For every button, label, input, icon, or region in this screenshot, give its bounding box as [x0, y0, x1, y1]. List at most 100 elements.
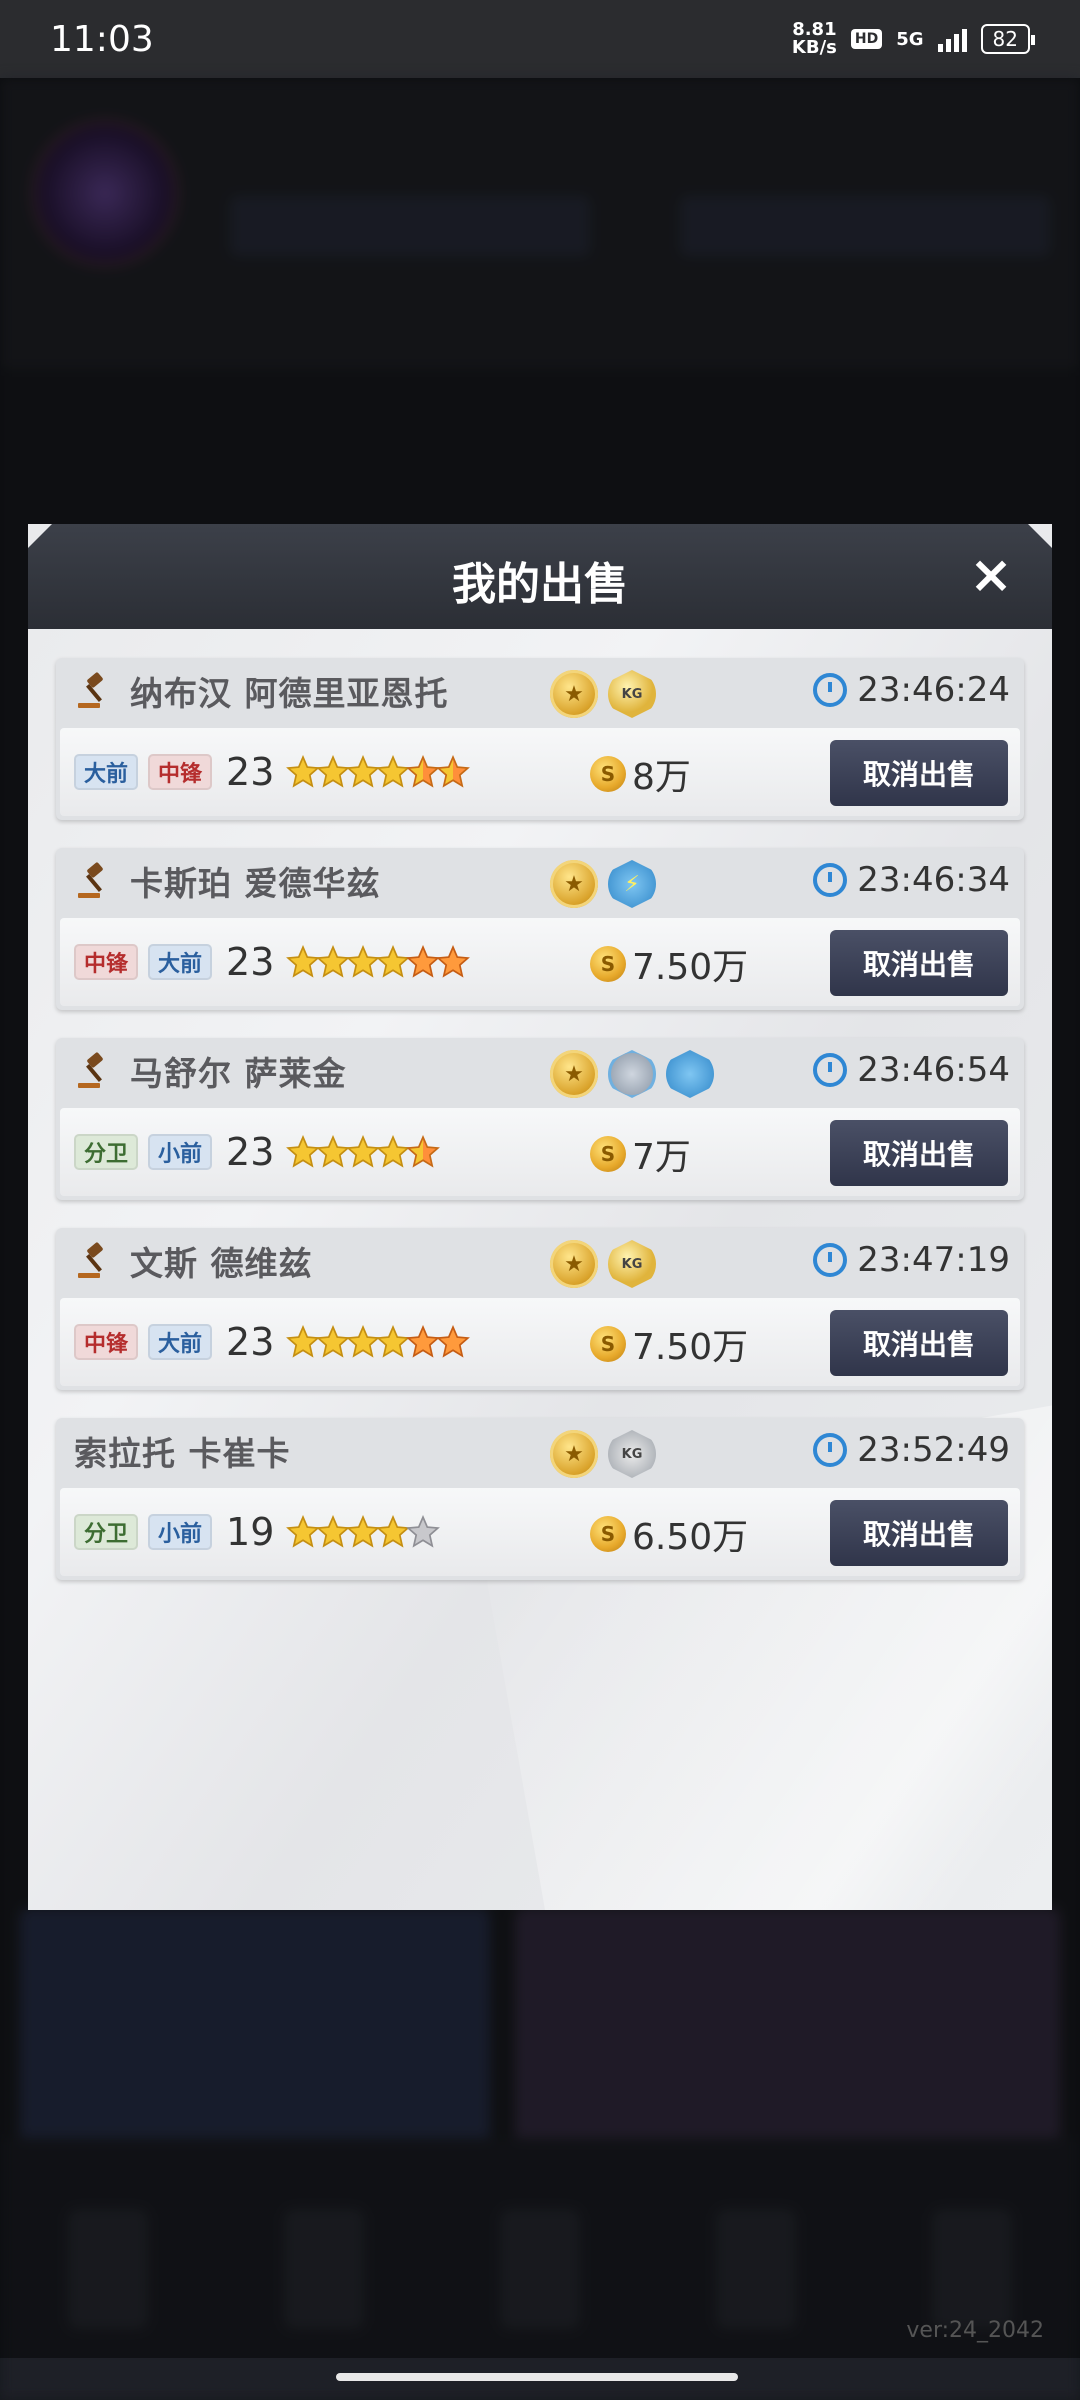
- star-rating: [286, 754, 471, 789]
- listing-details: 大前 中锋 23 S 8万 取消出售: [60, 728, 1020, 816]
- countdown-timer: 23:46:54: [813, 1050, 1010, 1090]
- network-type: 5G: [896, 28, 924, 50]
- star-icon: [436, 754, 471, 789]
- coin-icon: S: [590, 1326, 626, 1362]
- cancel-sale-button[interactable]: 取消出售: [830, 1120, 1008, 1186]
- kg-badge-icon[interactable]: KG: [608, 670, 656, 718]
- version-label: ver:24_2042: [906, 2318, 1044, 2343]
- player-level: 23: [226, 750, 275, 794]
- position-tag: 分卫: [74, 1134, 139, 1170]
- kg-badge-icon[interactable]: KG: [608, 1240, 656, 1288]
- listing-details: 分卫 小前 23 S 7万 取消出售: [60, 1108, 1020, 1196]
- star-icon: [286, 1134, 321, 1169]
- player-level: 23: [226, 940, 275, 984]
- position-tag: 中锋: [148, 754, 213, 790]
- star-icon: [286, 1324, 321, 1359]
- price-value: 7.50万: [632, 1327, 749, 1368]
- coin-icon: S: [590, 756, 626, 792]
- sale-listing: 纳布汉 阿德里亚恩托 ★ KG 23:46:24 大前 中锋 23 S 8万 取消出售: [56, 658, 1024, 820]
- star-icon: [406, 1324, 441, 1359]
- silver-kg-badge-icon[interactable]: KG: [608, 1430, 656, 1478]
- stopwatch-icon: [813, 673, 848, 707]
- gavel-icon: [74, 671, 114, 711]
- star-icon: [316, 1514, 351, 1549]
- player-name: 纳布汉 阿德里亚恩托: [130, 674, 449, 713]
- star-icon: [436, 944, 471, 979]
- countdown-text: 23:46:34: [857, 860, 1010, 900]
- player-level: 23: [226, 1130, 275, 1174]
- position-tag: 大前: [74, 754, 139, 790]
- cancel-sale-button[interactable]: 取消出售: [830, 930, 1008, 996]
- countdown-text: 23:47:19: [857, 1240, 1010, 1280]
- gold-medal-badge-icon[interactable]: ★: [550, 860, 598, 908]
- stopwatch-icon: [813, 1243, 848, 1277]
- stopwatch-icon: [813, 1053, 848, 1087]
- star-icon: [286, 754, 321, 789]
- countdown-text: 23:46:24: [857, 670, 1010, 710]
- net-speed: 8.81 KB/s: [792, 21, 837, 57]
- countdown-text: 23:52:49: [857, 1430, 1010, 1470]
- gold-medal-badge-icon[interactable]: ★: [550, 1240, 598, 1288]
- star-icon: [286, 944, 321, 979]
- player-badges: ★ ⚡: [550, 860, 656, 908]
- gold-medal-badge-icon[interactable]: ★: [550, 1430, 598, 1478]
- position-tag: 小前: [148, 1514, 213, 1550]
- player-badges: ★ KG: [550, 670, 656, 718]
- price-value: 7万: [632, 1137, 691, 1178]
- countdown-timer: 23:46:34: [813, 860, 1010, 900]
- price-value: 8万: [632, 757, 691, 798]
- gavel-icon: [74, 861, 114, 901]
- sale-listing: 马舒尔 萨莱金 ★ 23:46:54 分卫 小前 23 S 7万 取消出售: [56, 1038, 1024, 1200]
- player-badges: ★: [550, 1050, 714, 1098]
- sale-listing: 索拉托 卡崔卡 ★ KG 23:52:49 分卫 小前 19 S 6.50万 取消出售: [56, 1418, 1024, 1580]
- player-name: 卡斯珀 爱德华兹: [130, 864, 381, 903]
- player-level: 19: [226, 1510, 275, 1554]
- stopwatch-icon: [813, 1433, 848, 1467]
- sale-price: S 6.50万: [590, 1508, 748, 1560]
- player-badges: ★ KG: [550, 1430, 656, 1478]
- cancel-sale-button[interactable]: 取消出售: [830, 1310, 1008, 1376]
- sale-price: S 7.50万: [590, 938, 748, 990]
- coin-icon: S: [590, 946, 626, 982]
- star-icon: [376, 1324, 411, 1359]
- star-icon: [376, 1514, 411, 1549]
- home-indicator[interactable]: [336, 2373, 738, 2381]
- countdown-timer: 23:52:49: [813, 1430, 1010, 1470]
- coin-icon: S: [590, 1136, 626, 1172]
- player-name: 索拉托 卡崔卡: [74, 1434, 291, 1473]
- gray-shield-badge-icon[interactable]: [608, 1050, 656, 1098]
- gold-medal-badge-icon[interactable]: ★: [550, 1050, 598, 1098]
- sale-listing: 文斯 德维兹 ★ KG 23:47:19 中锋 大前 23 S 7.50万 取消出售: [56, 1228, 1024, 1390]
- player-name: 文斯 德维兹: [130, 1244, 313, 1283]
- star-rating: [286, 944, 471, 979]
- listing-details: 中锋 大前 23 S 7.50万 取消出售: [60, 1298, 1020, 1386]
- gavel-icon: [74, 1241, 114, 1281]
- lightning-badge-icon[interactable]: ⚡: [608, 860, 656, 908]
- star-icon: [406, 1514, 441, 1549]
- star-icon: [346, 1514, 381, 1549]
- star-icon: [376, 1134, 411, 1169]
- cancel-sale-button[interactable]: 取消出售: [830, 1500, 1008, 1566]
- star-icon: [406, 1134, 441, 1169]
- countdown-timer: 23:46:24: [813, 670, 1010, 710]
- star-icon: [406, 944, 441, 979]
- star-icon: [346, 1134, 381, 1169]
- net-speed-unit: KB/s: [791, 37, 837, 58]
- price-value: 7.50万: [632, 947, 749, 988]
- gavel-icon: [74, 1051, 114, 1091]
- close-button[interactable]: ×: [966, 549, 1016, 601]
- cancel-sale-button[interactable]: 取消出售: [830, 740, 1008, 806]
- position-tag: 大前: [148, 944, 213, 980]
- countdown-text: 23:46:54: [857, 1050, 1010, 1090]
- hd-icon: HD: [850, 29, 883, 49]
- my-sales-dialog: 我的出售 × 纳布汉 阿德里亚恩托 ★ KG 23:46:24 大前 中锋 23 S 8万 取消出…: [28, 524, 1052, 1910]
- status-time: 11:03: [50, 18, 154, 60]
- dialog-title: 我的出售: [452, 559, 628, 610]
- star-icon: [346, 1324, 381, 1359]
- player-blue-badge-icon[interactable]: [666, 1050, 714, 1098]
- stopwatch-icon: [813, 863, 848, 897]
- listing-details: 分卫 小前 19 S 6.50万 取消出售: [60, 1488, 1020, 1576]
- player-name: 马舒尔 萨莱金: [130, 1054, 347, 1093]
- gold-medal-badge-icon[interactable]: ★: [550, 670, 598, 718]
- player-badges: ★ KG: [550, 1240, 656, 1288]
